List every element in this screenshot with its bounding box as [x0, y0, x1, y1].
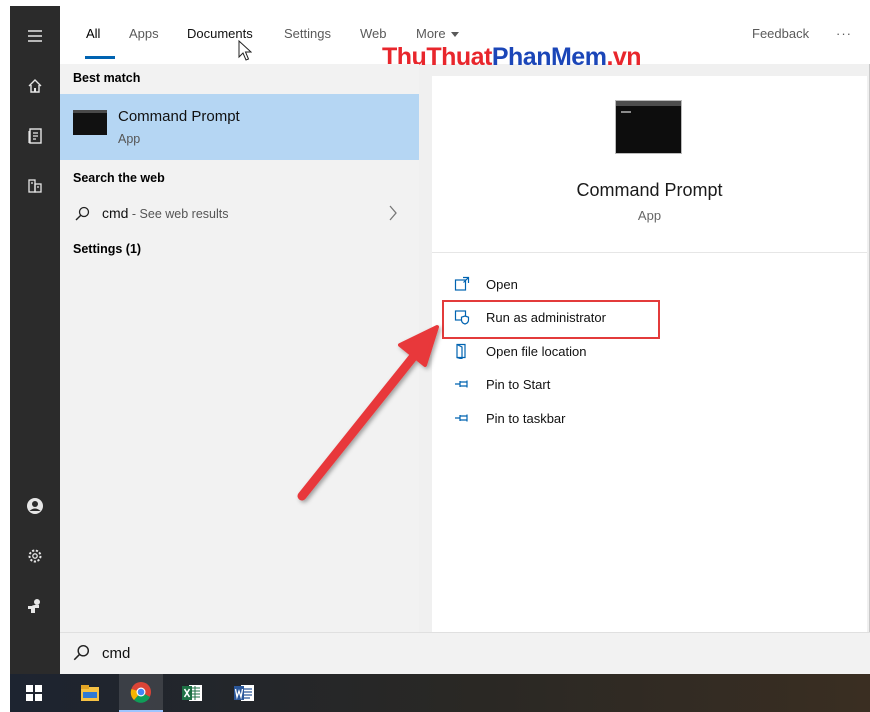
- search-input[interactable]: cmd: [102, 645, 130, 662]
- left-rail: [10, 6, 60, 674]
- results-pane: Best match Command Prompt App Search the…: [60, 64, 419, 632]
- preview-divider: [432, 252, 867, 253]
- windows-start-icon[interactable]: [12, 674, 56, 712]
- best-match-subtitle: App: [118, 132, 141, 146]
- hamburger-menu-icon[interactable]: [10, 14, 60, 58]
- watermark-part-3: .vn: [606, 43, 642, 71]
- pin-icon: [455, 380, 468, 388]
- web-query: cmd: [102, 205, 129, 221]
- preview-header: Command Prompt App: [432, 76, 867, 252]
- web-search-result[interactable]: cmd - See web results: [60, 201, 419, 227]
- action-pin-to-start[interactable]: Pin to Start: [454, 372, 550, 396]
- tab-apps[interactable]: Apps: [129, 26, 159, 41]
- settings-heading[interactable]: Settings (1): [73, 242, 141, 256]
- preview-subtitle: App: [637, 208, 662, 223]
- best-match-heading: Best match: [73, 71, 141, 85]
- mouse-cursor-icon: [238, 40, 252, 61]
- best-match-title: Command Prompt: [118, 108, 240, 125]
- command-prompt-icon: [73, 110, 107, 135]
- command-prompt-large-icon: [616, 101, 681, 153]
- search-box-icon: [73, 644, 90, 661]
- action-pin-to-taskbar[interactable]: Pin to taskbar: [454, 406, 566, 430]
- pin-taskbar-icon: [455, 414, 468, 422]
- file-explorer-icon[interactable]: [68, 674, 112, 712]
- caret-down-icon: [450, 32, 459, 38]
- web-hint: - See web results: [128, 207, 229, 221]
- action-pin-to-taskbar-label: Pin to taskbar: [486, 410, 566, 426]
- tab-all[interactable]: All: [86, 26, 100, 41]
- open-icon: [454, 276, 470, 291]
- watermark: ThuThuatPhanMem.vn: [382, 43, 642, 72]
- action-open-file-location-label: Open file location: [486, 343, 587, 359]
- excel-icon[interactable]: [170, 674, 214, 712]
- preview-pane: Command Prompt App Open Run as administr…: [432, 76, 867, 632]
- chrome-icon[interactable]: [119, 674, 163, 712]
- chevron-right-icon[interactable]: [387, 203, 399, 223]
- settings-gear-icon[interactable]: [10, 534, 60, 578]
- feedback-link[interactable]: Feedback: [752, 26, 809, 41]
- search-icon: [75, 206, 90, 221]
- word-icon[interactable]: [222, 674, 266, 712]
- action-pin-to-start-label: Pin to Start: [486, 376, 551, 392]
- taskbar: [10, 674, 870, 712]
- search-web-heading: Search the web: [73, 171, 165, 185]
- tab-more-label: More: [416, 26, 446, 41]
- search-box[interactable]: cmd: [60, 632, 870, 674]
- preview-title: Command Prompt: [576, 180, 723, 200]
- apps-icon[interactable]: [10, 164, 60, 208]
- documents-icon[interactable]: [10, 114, 60, 158]
- tab-settings[interactable]: Settings: [284, 26, 331, 41]
- best-match-item[interactable]: Command Prompt App: [60, 94, 419, 160]
- annotation-highlight-box: [442, 300, 660, 339]
- action-open-file-location[interactable]: Open file location: [454, 339, 586, 363]
- user-icon[interactable]: [10, 484, 60, 528]
- tab-documents[interactable]: Documents: [187, 26, 253, 41]
- action-open-label: Open: [486, 276, 518, 292]
- more-options-icon[interactable]: ···: [836, 26, 852, 41]
- tab-web[interactable]: Web: [360, 26, 387, 41]
- watermark-part-2: PhanMem: [491, 43, 607, 71]
- power-person-icon[interactable]: [10, 584, 60, 628]
- home-icon[interactable]: [10, 64, 60, 108]
- active-tab-indicator: [85, 56, 115, 59]
- tab-more[interactable]: More: [416, 26, 459, 41]
- file-location-icon: [456, 343, 466, 359]
- action-open[interactable]: Open: [454, 272, 518, 296]
